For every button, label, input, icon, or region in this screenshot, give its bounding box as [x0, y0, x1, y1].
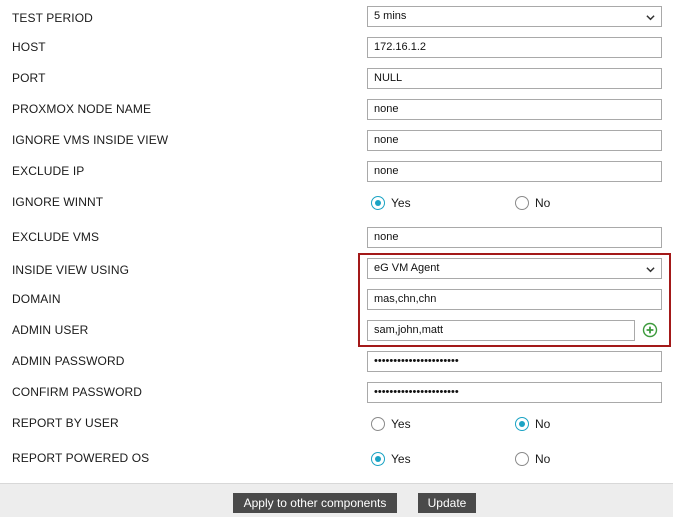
exclude-vms-input[interactable]: none	[367, 227, 662, 248]
radio-label: Yes	[391, 196, 411, 210]
exclude-vms-label: EXCLUDE VMS	[12, 230, 100, 244]
apply-to-other-components-button[interactable]: Apply to other components	[233, 493, 397, 513]
radio-selected-icon	[371, 196, 385, 210]
radio-selected-icon	[515, 417, 529, 431]
ignore-vms-inside-view-label: IGNORE VMS INSIDE VIEW	[12, 133, 169, 147]
confirm-password-input[interactable]: ••••••••••••••••••••••	[367, 382, 662, 403]
report-by-user-no-radio[interactable]: No	[515, 417, 550, 431]
radio-unselected-icon	[371, 417, 385, 431]
ignore-vms-inside-view-input[interactable]: none	[367, 130, 662, 151]
report-powered-os-yes-radio[interactable]: Yes	[371, 452, 411, 466]
update-button[interactable]: Update	[418, 493, 476, 513]
report-by-user-label: REPORT BY USER	[12, 416, 119, 430]
proxmox-node-name-label: PROXMOX NODE NAME	[12, 102, 152, 116]
radio-selected-icon	[371, 452, 385, 466]
radio-label: No	[535, 452, 551, 466]
radio-unselected-icon	[515, 452, 529, 466]
report-by-user-yes-radio[interactable]: Yes	[371, 417, 411, 431]
report-powered-os-label: REPORT POWERED OS	[12, 451, 150, 465]
port-label: PORT	[12, 71, 46, 85]
exclude-ip-label: EXCLUDE IP	[12, 164, 85, 178]
chevron-down-icon	[646, 15, 655, 21]
port-input[interactable]: NULL	[367, 68, 662, 89]
report-powered-os-no-radio[interactable]: No	[515, 452, 550, 466]
inside-view-using-label: INSIDE VIEW USING	[12, 263, 130, 277]
ignore-winnt-yes-radio[interactable]: Yes	[371, 196, 411, 210]
radio-label: No	[535, 417, 551, 431]
test-configuration-form: TEST PERIOD 5 mins HOST 172.16.1.2 PORT …	[0, 0, 673, 483]
radio-label: Yes	[391, 417, 411, 431]
radio-label: Yes	[391, 452, 411, 466]
test-period-select[interactable]: 5 mins	[367, 6, 662, 27]
ignore-winnt-label: IGNORE WINNT	[12, 195, 104, 209]
admin-password-input[interactable]: ••••••••••••••••••••••	[367, 351, 662, 372]
host-input[interactable]: 172.16.1.2	[367, 37, 662, 58]
highlight-box	[358, 253, 671, 347]
admin-password-label: ADMIN PASSWORD	[12, 354, 125, 368]
domain-label: DOMAIN	[12, 292, 61, 306]
form-footer: Apply to other components Update	[0, 483, 673, 517]
host-label: HOST	[12, 40, 46, 54]
admin-user-label: ADMIN USER	[12, 323, 89, 337]
radio-label: No	[535, 196, 551, 210]
confirm-password-label: CONFIRM PASSWORD	[12, 385, 143, 399]
exclude-ip-input[interactable]: none	[367, 161, 662, 182]
test-period-value: 5 mins	[374, 10, 407, 22]
radio-unselected-icon	[515, 196, 529, 210]
test-period-label: TEST PERIOD	[12, 11, 93, 25]
proxmox-node-name-input[interactable]: none	[367, 99, 662, 120]
ignore-winnt-no-radio[interactable]: No	[515, 196, 550, 210]
